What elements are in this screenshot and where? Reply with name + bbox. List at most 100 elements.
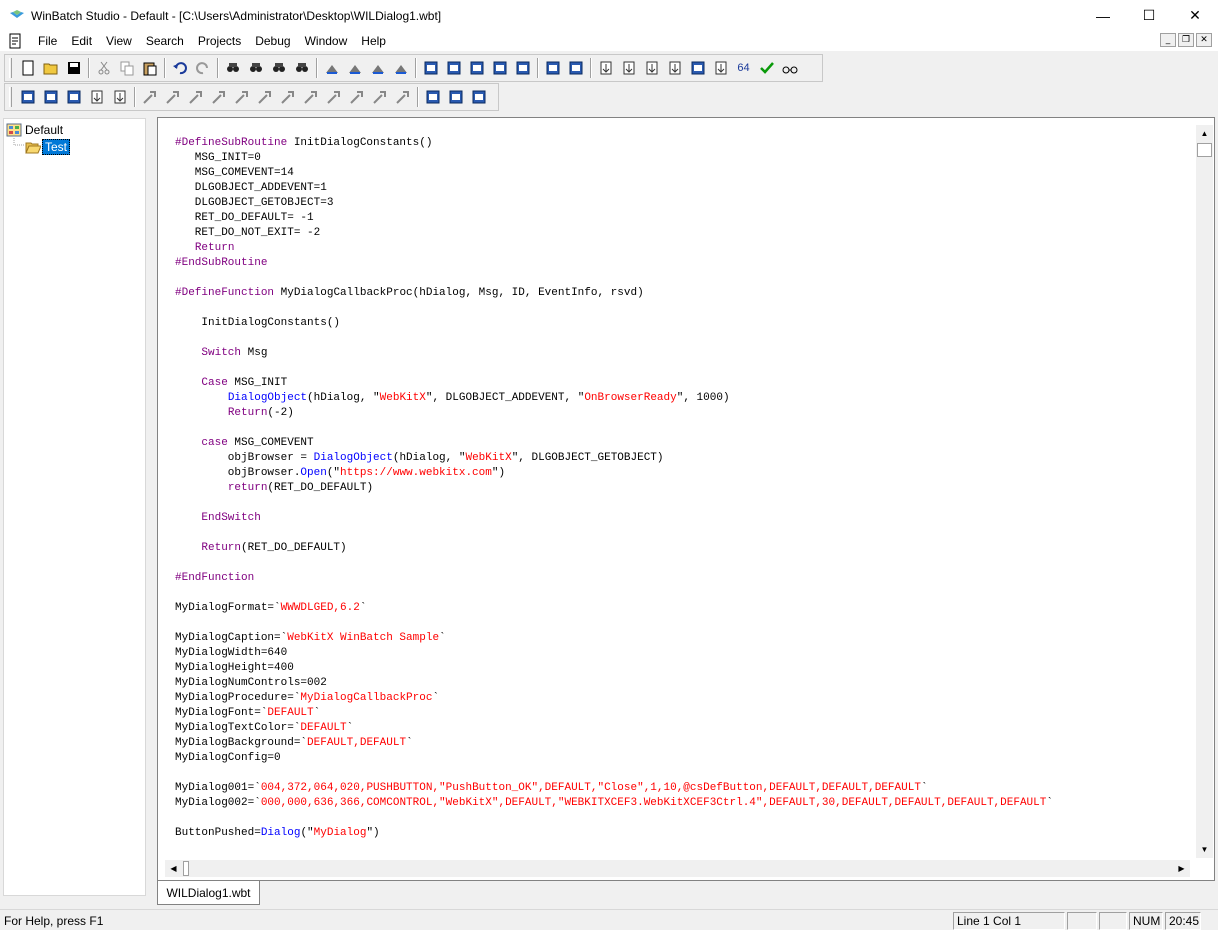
status-num: NUM xyxy=(1129,912,1163,930)
tile-v-icon[interactable] xyxy=(108,86,131,108)
code-token: MyDialogNumControls=002 xyxy=(175,677,327,689)
step-into-icon[interactable] xyxy=(617,57,640,79)
mdi-close-button[interactable]: ✕ xyxy=(1196,33,1212,47)
tool-1-icon[interactable] xyxy=(138,86,161,108)
mdi-minimize-button[interactable]: _ xyxy=(1160,33,1176,47)
window-icon[interactable] xyxy=(39,86,62,108)
scroll-right-arrow-icon[interactable]: ▶ xyxy=(1173,860,1190,877)
break-icon[interactable] xyxy=(709,57,732,79)
menu-projects[interactable]: Projects xyxy=(191,31,248,51)
toolbar-grip[interactable] xyxy=(9,87,12,107)
find-icon[interactable] xyxy=(221,57,244,79)
code-editor[interactable]: #DefineSubRoutine InitDialogConstants() … xyxy=(175,136,1190,858)
window-spy-icon[interactable] xyxy=(442,57,465,79)
menu-file[interactable]: File xyxy=(31,31,64,51)
menu-view[interactable]: View xyxy=(99,31,139,51)
step-out-icon[interactable] xyxy=(663,57,686,79)
tile-h-icon[interactable] xyxy=(85,86,108,108)
bookmark-clear-icon[interactable] xyxy=(389,57,412,79)
scroll-thumb[interactable] xyxy=(1197,143,1212,157)
code-token: objBrowser. xyxy=(175,467,301,479)
stack-icon[interactable] xyxy=(511,57,534,79)
checkmark-icon[interactable] xyxy=(755,57,778,79)
tree-node-default[interactable]: Default xyxy=(6,123,63,137)
code-token: 000,000,636,366,COMCONTROL,"WebKitX",DEF… xyxy=(260,797,1047,809)
copy-icon[interactable] xyxy=(115,57,138,79)
replace-icon[interactable] xyxy=(290,57,313,79)
print-icon[interactable] xyxy=(444,86,467,108)
menu-search[interactable]: Search xyxy=(139,31,191,51)
redo-icon[interactable] xyxy=(191,57,214,79)
pen-icon[interactable] xyxy=(465,57,488,79)
tool-4-icon[interactable] xyxy=(207,86,230,108)
tool-8-icon[interactable] xyxy=(299,86,322,108)
code-line: DLGOBJECT_ADDEVENT=1 xyxy=(175,181,1190,196)
menu-help[interactable]: Help xyxy=(354,31,393,51)
project-icon xyxy=(6,123,22,137)
code-token: DialogObject xyxy=(313,452,393,464)
scroll-thumb[interactable] xyxy=(183,861,189,876)
step-over-icon[interactable] xyxy=(640,57,663,79)
tool-10-icon[interactable] xyxy=(345,86,368,108)
bookmark-icon[interactable] xyxy=(320,57,343,79)
code-token: ButtonPushed= xyxy=(175,827,261,839)
code-line: EndSwitch xyxy=(175,511,1190,526)
find-prev-icon[interactable] xyxy=(267,57,290,79)
scroll-down-arrow-icon[interactable]: ▼ xyxy=(1196,841,1213,858)
compile-icon[interactable] xyxy=(488,57,511,79)
undo-icon[interactable] xyxy=(168,57,191,79)
close-button[interactable]: ✕ xyxy=(1172,0,1218,31)
vertical-scrollbar[interactable]: ▲ ▼ xyxy=(1196,125,1213,858)
code-line: MyDialog001=`004,372,064,020,PUSHBUTTON,… xyxy=(175,781,1190,796)
tool-5-icon[interactable] xyxy=(230,86,253,108)
windows-icon[interactable] xyxy=(421,86,444,108)
menu-debug[interactable]: Debug xyxy=(248,31,297,51)
scroll-up-arrow-icon[interactable]: ▲ xyxy=(1196,125,1213,142)
x64-toggle-button[interactable]: 64 xyxy=(732,57,755,79)
run-icon[interactable] xyxy=(541,57,564,79)
tree-node-test[interactable]: Test xyxy=(25,139,71,155)
tool-12-icon[interactable] xyxy=(391,86,414,108)
tab-wildialog1[interactable]: WILDialog1.wbt xyxy=(157,881,260,905)
code-token: WWWDLGED,6.2 xyxy=(280,602,360,614)
folder-open-icon xyxy=(25,142,41,153)
bookmark-next-icon[interactable] xyxy=(343,57,366,79)
code-token: ") xyxy=(366,827,380,839)
tool-9-icon[interactable] xyxy=(322,86,345,108)
run-debug-icon[interactable] xyxy=(564,57,587,79)
scroll-left-arrow-icon[interactable]: ◀ xyxy=(165,860,182,877)
tool-2-icon[interactable] xyxy=(161,86,184,108)
open-folder-icon[interactable] xyxy=(39,57,62,79)
tool-11-icon[interactable] xyxy=(368,86,391,108)
toolbar-separator xyxy=(316,58,317,78)
project-tree-icon[interactable] xyxy=(16,86,39,108)
maximize-button[interactable]: ☐ xyxy=(1126,0,1172,31)
toolbar-separator xyxy=(417,87,418,107)
code-token: Dialog xyxy=(260,827,301,839)
new-file-icon[interactable] xyxy=(16,57,39,79)
watch-glasses-icon[interactable] xyxy=(778,57,801,79)
horizontal-scrollbar[interactable]: ◀ ▶ xyxy=(165,860,1190,877)
step-icon[interactable] xyxy=(594,57,617,79)
paste-icon[interactable] xyxy=(138,57,161,79)
tool-6-icon[interactable] xyxy=(253,86,276,108)
menu-window[interactable]: Window xyxy=(298,31,355,51)
menu-edit[interactable]: Edit xyxy=(64,31,99,51)
find-next-icon[interactable] xyxy=(244,57,267,79)
save-icon[interactable] xyxy=(62,57,85,79)
toolbar-grip[interactable] xyxy=(9,58,12,78)
cut-icon[interactable] xyxy=(92,57,115,79)
mdi-restore-button[interactable]: ❐ xyxy=(1178,33,1194,47)
stop-hand-icon[interactable] xyxy=(686,57,709,79)
tool-3-icon[interactable] xyxy=(184,86,207,108)
cascade-icon[interactable] xyxy=(62,86,85,108)
document-icon[interactable] xyxy=(7,33,23,49)
help-index-icon[interactable] xyxy=(467,86,490,108)
dialog-editor-icon[interactable] xyxy=(419,57,442,79)
tool-7-icon[interactable] xyxy=(276,86,299,108)
bookmark-prev-icon[interactable] xyxy=(366,57,389,79)
minimize-button[interactable]: — xyxy=(1080,0,1126,31)
